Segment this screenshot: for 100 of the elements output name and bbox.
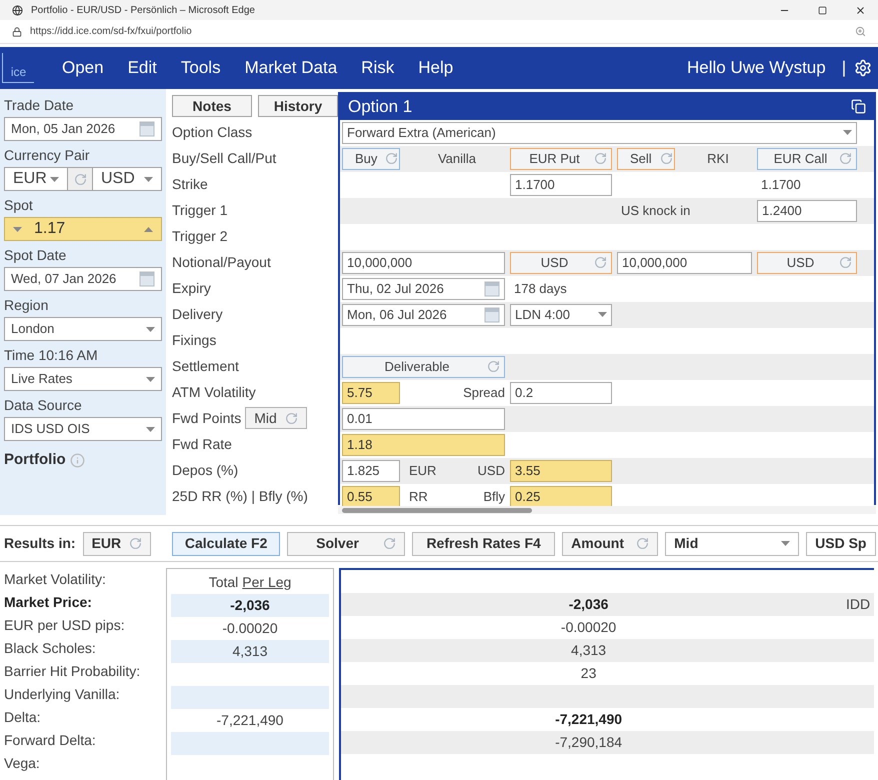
- toggle-button[interactable]: Solver: [287, 532, 406, 556]
- caret-icon: [598, 312, 607, 317]
- field-label: Currency Pair: [4, 146, 91, 165]
- result-label: Black Scholes:: [4, 639, 96, 658]
- globe-icon: [12, 4, 23, 16]
- date-field[interactable]: Thu, 02 Jul 2026: [342, 278, 505, 300]
- field-label: Option Class: [172, 122, 252, 142]
- result-label: Market Volatility:: [4, 570, 106, 589]
- result-value: -0.00020: [222, 619, 278, 638]
- field-text: 1.1700: [760, 176, 801, 194]
- swap-button[interactable]: [68, 167, 92, 191]
- currency-toggle[interactable]: EUR: [82, 532, 152, 556]
- input-field[interactable]: 1.1700: [510, 174, 612, 196]
- refresh-rates-button[interactable]: Refresh Rates F4: [412, 532, 556, 556]
- input-field[interactable]: 3.55: [510, 460, 612, 482]
- result-value: -7,221,490: [555, 710, 622, 729]
- input-field[interactable]: 1.18: [342, 434, 505, 456]
- field-label: Notional/Payout: [172, 252, 271, 272]
- input-field[interactable]: 1.825: [342, 460, 400, 482]
- refresh-icon: [383, 537, 396, 550]
- refresh-icon: [594, 152, 607, 165]
- field-label: Fwd Points: [172, 408, 242, 428]
- date-field[interactable]: Wed, 07 Jan 2026: [4, 267, 162, 291]
- caret-icon: [144, 226, 153, 232]
- input-field[interactable]: 1.2400: [757, 200, 857, 222]
- horizontal-scrollbar[interactable]: [338, 506, 876, 514]
- close-icon[interactable]: [855, 4, 866, 16]
- option-title: Option 1: [348, 96, 412, 118]
- column-header: Total: [208, 573, 238, 592]
- input-field[interactable]: 0.01: [342, 408, 505, 430]
- calendar-icon[interactable]: [484, 280, 500, 296]
- field-label: ATM Volatility: [172, 382, 256, 402]
- date-field[interactable]: Mon, 05 Jan 2026: [4, 117, 162, 141]
- url-text: https://idd.ice.com/sd-fx/fxui/portfolio: [30, 25, 193, 39]
- greeting-text: Hello Uwe Wystup: [686, 57, 826, 80]
- toggle-button[interactable]: USD: [757, 252, 857, 274]
- field-label: Settlement: [172, 356, 239, 376]
- menu-item[interactable]: Risk: [349, 55, 406, 81]
- calendar-icon[interactable]: [139, 271, 155, 287]
- refresh-icon: [284, 412, 298, 424]
- field-label: Trade Date: [4, 96, 75, 115]
- toggle-button[interactable]: Amount: [562, 532, 658, 556]
- result-label: Underlying Vanilla:: [4, 685, 120, 704]
- calendar-icon[interactable]: [139, 121, 155, 137]
- menu-item[interactable]: Market Data: [232, 55, 350, 81]
- input-field[interactable]: 10,000,000: [617, 252, 752, 274]
- result-value: -0.00020: [560, 618, 616, 637]
- maximize-icon[interactable]: [818, 6, 827, 14]
- select-field[interactable]: Live Rates: [4, 367, 162, 391]
- field-label: Depos (%): [172, 460, 238, 480]
- input-field[interactable]: 0.2: [510, 382, 612, 404]
- toggle-button[interactable]: Sell: [617, 148, 675, 170]
- field-label: Delivery: [172, 304, 223, 324]
- calendar-icon[interactable]: [484, 306, 500, 322]
- toggle-button[interactable]: Mid: [245, 407, 307, 429]
- quote-currency-select[interactable]: USD: [92, 167, 162, 191]
- per-leg-link[interactable]: Per Leg: [242, 572, 292, 593]
- refresh-icon: [129, 537, 142, 550]
- field-label: Buy/Sell Call/Put: [172, 148, 276, 168]
- toggle-button[interactable]: Buy: [342, 148, 400, 170]
- portfolio-heading: Portfolio: [4, 450, 66, 470]
- caret-icon: [50, 176, 59, 182]
- menu-item[interactable]: Edit: [116, 55, 169, 81]
- input-field[interactable]: 0.25: [510, 486, 612, 508]
- input-field[interactable]: 10,000,000: [342, 252, 505, 274]
- history-button[interactable]: History: [258, 95, 338, 117]
- refresh-icon: [839, 152, 852, 165]
- menu-item[interactable]: Help: [406, 55, 466, 81]
- spot-field[interactable]: 1.17: [4, 217, 162, 241]
- input-field[interactable]: 5.75: [342, 382, 400, 404]
- select-field[interactable]: Mid: [665, 532, 800, 556]
- field-label: Trigger 2: [172, 226, 228, 246]
- select-field[interactable]: IDS USD OIS: [4, 417, 162, 441]
- toggle-button[interactable]: Deliverable: [342, 356, 505, 378]
- select-field[interactable]: Forward Extra (American): [342, 122, 857, 144]
- separator-text: |: [842, 57, 846, 80]
- input-field[interactable]: 0.55: [342, 486, 400, 508]
- date-field[interactable]: Mon, 06 Jul 2026: [342, 304, 505, 326]
- field-label: Region: [4, 296, 50, 315]
- settings-icon[interactable]: [854, 59, 872, 77]
- select-field[interactable]: London: [4, 317, 162, 341]
- caret-icon: [13, 226, 22, 232]
- copy-icon[interactable]: [851, 99, 866, 114]
- caret-icon: [781, 541, 790, 546]
- select-field[interactable]: USD Sp: [806, 532, 876, 556]
- field-label: Fwd Rate: [172, 434, 232, 454]
- field-label: Fixings: [172, 330, 216, 350]
- field-text: 178 days: [513, 280, 567, 298]
- zoom-icon[interactable]: [855, 26, 866, 37]
- toggle-button[interactable]: EUR Call: [757, 148, 857, 170]
- info-icon[interactable]: [70, 452, 85, 468]
- base-currency-select[interactable]: EUR: [4, 167, 68, 191]
- select-field[interactable]: LDN 4:00: [510, 304, 612, 326]
- menu-item[interactable]: Tools: [168, 55, 233, 81]
- menu-item[interactable]: Open: [50, 55, 116, 81]
- toggle-button[interactable]: USD: [510, 252, 612, 274]
- lock-icon: [12, 26, 22, 36]
- toggle-button[interactable]: EUR Put: [510, 148, 612, 170]
- notes-button[interactable]: Notes: [172, 95, 252, 117]
- calculate-button[interactable]: Calculate F2: [172, 532, 280, 556]
